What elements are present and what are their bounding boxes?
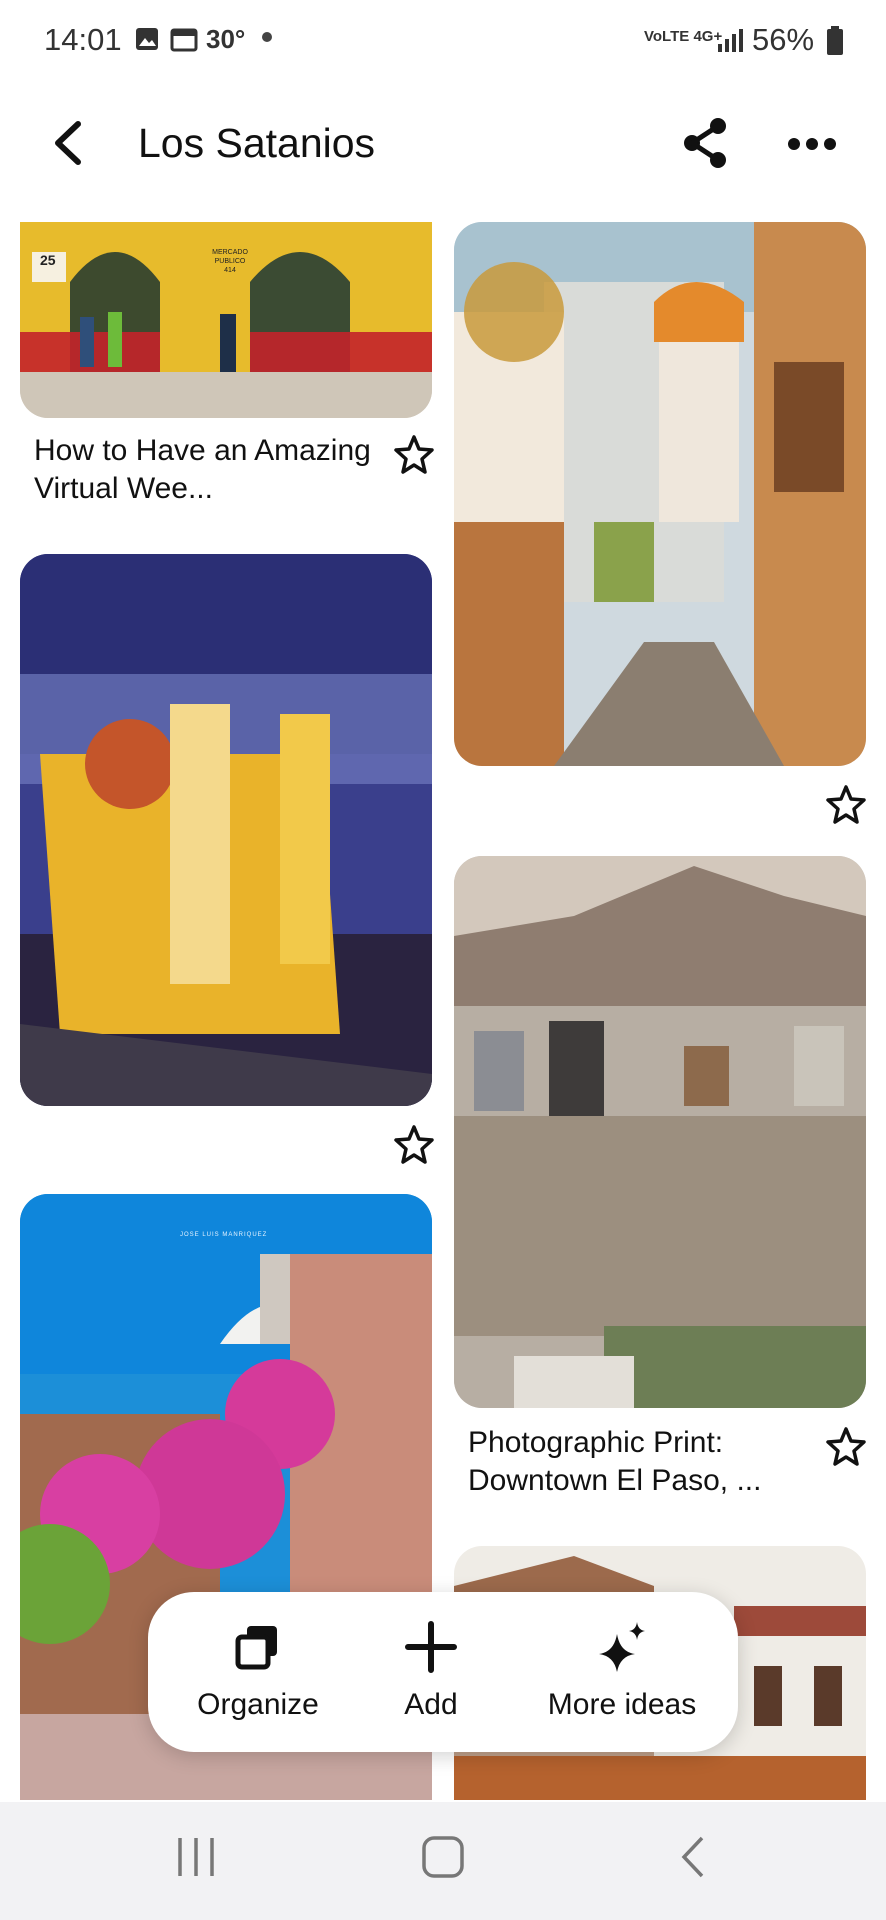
battery-icon: [827, 26, 843, 55]
pin-sign-number: 25: [40, 252, 56, 268]
back-arrow-icon[interactable]: [46, 118, 90, 168]
pin-caption[interactable]: How to Have an Amazing Virtual Wee...: [34, 432, 374, 508]
recent-apps-icon[interactable]: [174, 1836, 218, 1878]
pin-image-cathedral[interactable]: [20, 554, 432, 1106]
star-icon[interactable]: [394, 1124, 434, 1164]
star-icon[interactable]: [826, 784, 866, 824]
notification-dot: [262, 32, 272, 42]
star-icon[interactable]: [394, 434, 434, 474]
calendar-icon: [170, 28, 198, 52]
board-title: Los Satanios: [138, 120, 376, 166]
sparkle-icon: [599, 1622, 645, 1672]
share-icon[interactable]: [680, 116, 730, 170]
pin-sign-text: MERCADO PUBLICO 414: [212, 249, 248, 274]
pin-image-street[interactable]: [454, 222, 866, 766]
battery-percent: 56%: [752, 22, 815, 57]
board-action-bar: Organize Add More ideas: [148, 1592, 738, 1752]
organize-label: Organize: [197, 1688, 319, 1721]
add-label: Add: [404, 1688, 458, 1721]
star-icon[interactable]: [826, 1426, 866, 1466]
network-indicator: VoLTE 4G+: [644, 28, 723, 45]
pin-caption[interactable]: Photographic Print: Downtown El Paso, ..…: [468, 1424, 818, 1500]
status-time: 14:01: [44, 22, 122, 57]
more-ideas-label: More ideas: [547, 1688, 697, 1721]
pin-watermark: JOSE LUIS MANRIQUEZ: [180, 1232, 268, 1238]
system-back-icon[interactable]: [676, 1834, 708, 1880]
add-button[interactable]: Add: [376, 1592, 486, 1752]
system-nav-bar: [0, 1802, 886, 1920]
organize-button[interactable]: Organize: [188, 1592, 328, 1752]
pin-image-skyline[interactable]: [454, 856, 866, 1408]
organize-icon: [235, 1626, 277, 1670]
gallery-icon: [136, 28, 158, 50]
plus-icon: [405, 1621, 457, 1673]
signal-icon: [718, 29, 743, 52]
pin-image-market[interactable]: 25 MERCADO PUBLICO 414: [20, 222, 432, 418]
home-icon[interactable]: [420, 1834, 466, 1880]
more-ideas-button[interactable]: More ideas: [522, 1592, 722, 1752]
status-temperature: 30°: [206, 24, 246, 54]
status-bar: 14:01 30° VoLTE 4G+ 56%: [0, 0, 886, 84]
more-icon[interactable]: [786, 126, 838, 162]
